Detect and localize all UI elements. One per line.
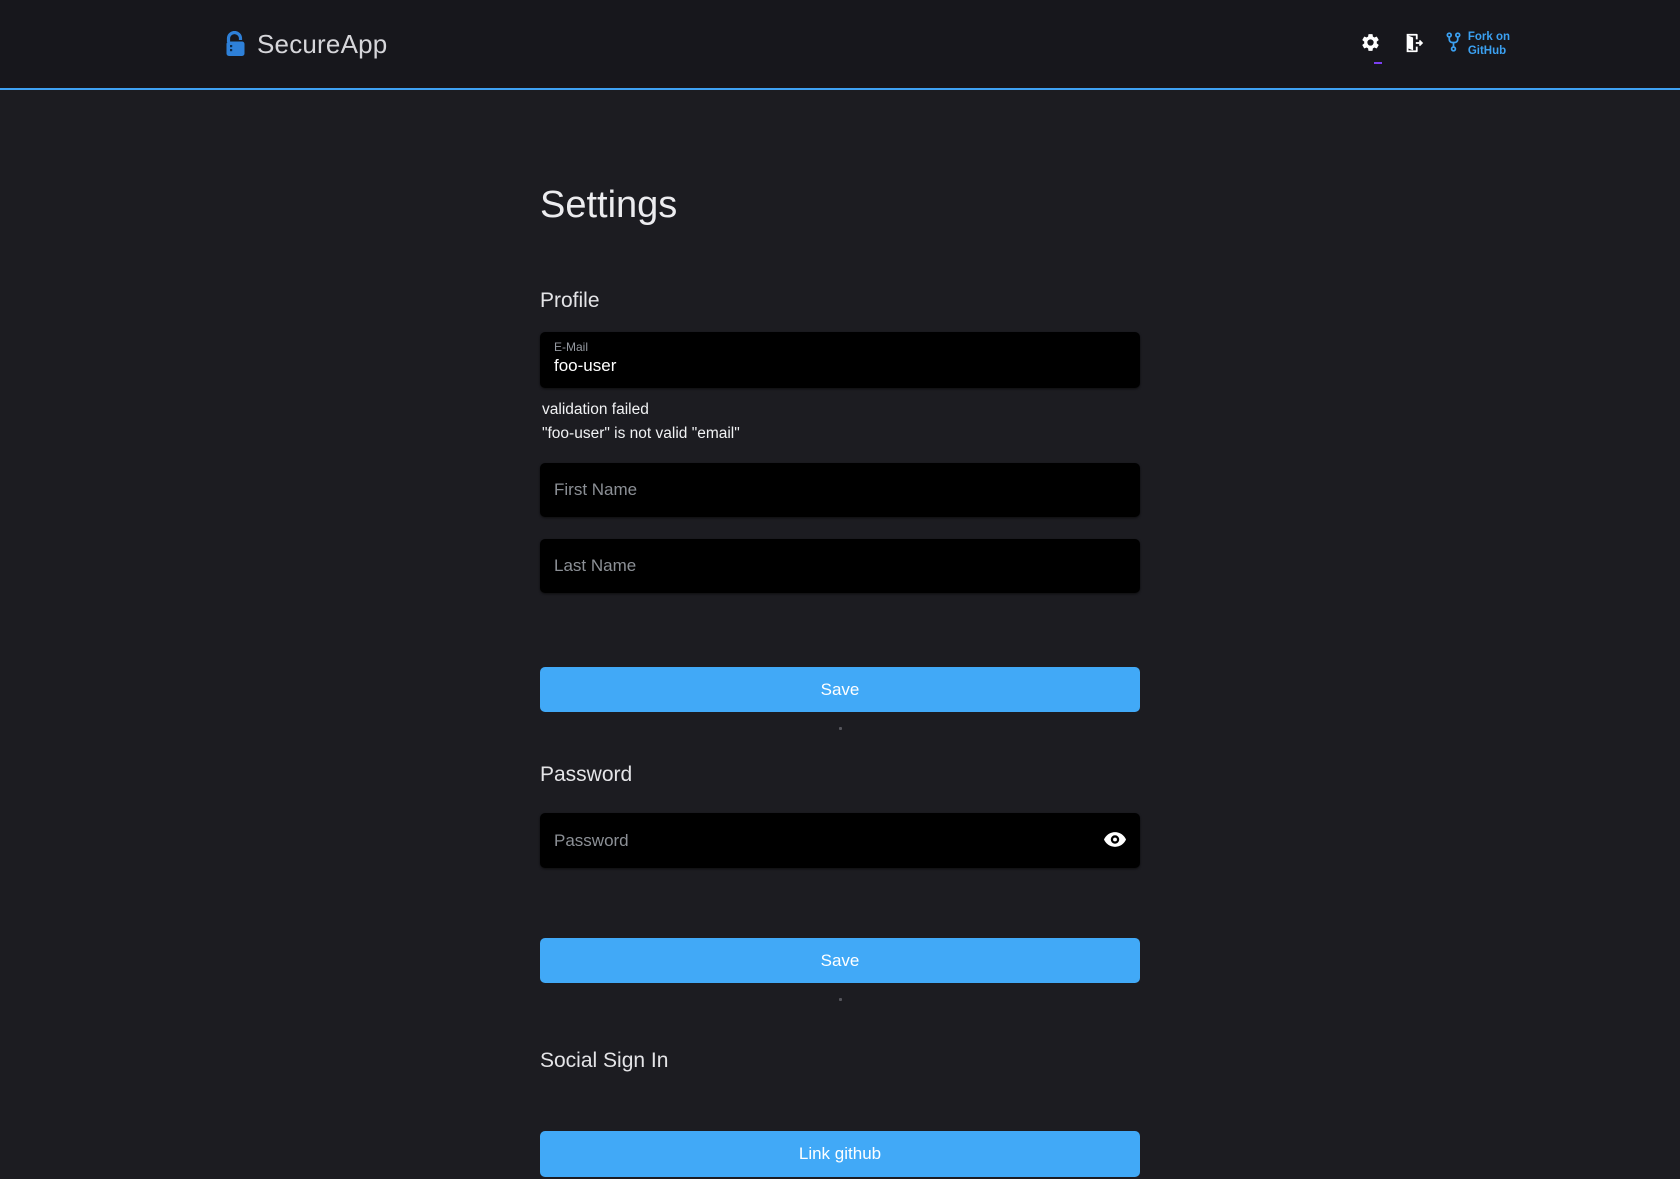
fork-on-github-link[interactable]: Fork on GitHub xyxy=(1445,30,1510,59)
header-actions: Fork on GitHub xyxy=(1358,29,1510,60)
password-section: Password Save xyxy=(540,763,1140,1001)
first-name-field-box xyxy=(540,463,1140,517)
lock-icon xyxy=(224,31,247,58)
password-field-box xyxy=(540,813,1140,868)
validation-message: validation failed "foo-user" is not vali… xyxy=(542,398,1140,446)
gear-icon xyxy=(1360,32,1381,56)
profile-save-button[interactable]: Save xyxy=(540,667,1140,712)
password-heading: Password xyxy=(540,763,1140,787)
last-name-field-box xyxy=(540,539,1140,593)
password-input[interactable] xyxy=(554,831,1126,851)
app-header: SecureApp xyxy=(0,0,1680,90)
page-title: Settings xyxy=(540,184,1140,227)
settings-page: Settings Profile E-Mail validation faile… xyxy=(540,90,1140,1177)
logout-button[interactable] xyxy=(1401,29,1427,60)
eye-icon xyxy=(1104,831,1126,850)
email-field-box: E-Mail xyxy=(540,332,1140,388)
validation-line-1: validation failed xyxy=(542,398,1140,422)
settings-button[interactable] xyxy=(1358,30,1383,58)
fork-link-text: Fork on GitHub xyxy=(1468,30,1510,59)
last-name-input[interactable] xyxy=(554,556,1126,576)
toggle-password-visibility-button[interactable] xyxy=(1100,827,1130,854)
settings-active-mark xyxy=(1374,62,1382,64)
link-github-button[interactable]: Link github xyxy=(540,1131,1140,1177)
section-divider-dot xyxy=(839,727,842,730)
profile-section: Profile E-Mail validation failed "foo-us… xyxy=(540,289,1140,730)
git-fork-icon xyxy=(1445,31,1462,58)
password-save-button[interactable]: Save xyxy=(540,938,1140,983)
validation-line-2: "foo-user" is not valid "email" xyxy=(542,422,1140,446)
social-sign-in-section: Social Sign In Link github xyxy=(540,1049,1140,1177)
social-sign-in-heading: Social Sign In xyxy=(540,1049,1140,1073)
brand: SecureApp xyxy=(224,29,387,60)
logout-icon xyxy=(1403,31,1425,58)
app-title: SecureApp xyxy=(257,29,387,60)
section-divider-dot xyxy=(839,998,842,1001)
email-label: E-Mail xyxy=(554,340,1126,354)
fork-link-line1: Fork on xyxy=(1468,31,1510,43)
first-name-input[interactable] xyxy=(554,480,1126,500)
email-input[interactable] xyxy=(554,356,1126,376)
fork-link-line2: GitHub xyxy=(1468,45,1506,57)
profile-heading: Profile xyxy=(540,289,1140,313)
